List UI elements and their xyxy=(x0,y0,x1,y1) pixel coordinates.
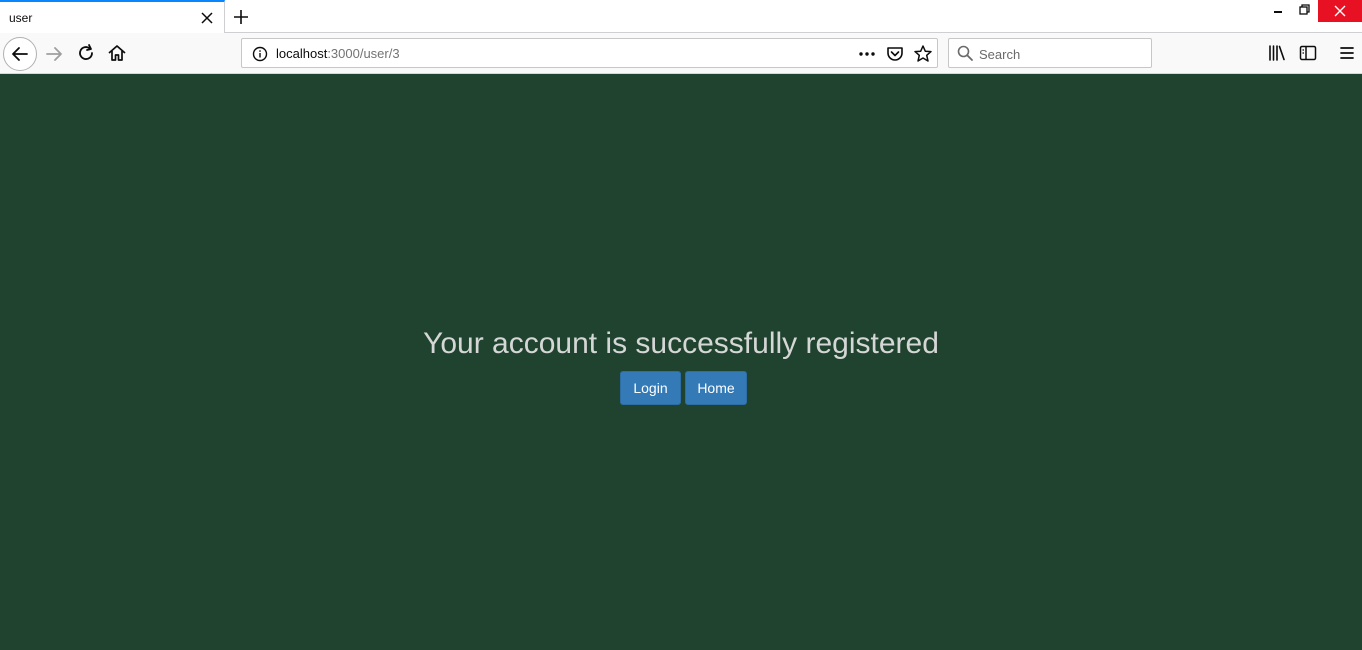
navigation-toolbar: localhost:3000/user/3 xyxy=(0,33,1362,74)
menu-icon[interactable] xyxy=(1335,41,1359,65)
arrow-left-icon xyxy=(12,47,28,61)
success-message: Your account is successfully registered xyxy=(423,327,939,360)
close-icon[interactable] xyxy=(199,10,215,26)
library-icon[interactable] xyxy=(1265,41,1289,65)
search-input[interactable] xyxy=(979,45,1144,63)
window-close-icon[interactable] xyxy=(1318,0,1362,22)
login-button[interactable]: Login xyxy=(620,371,681,405)
home-button[interactable]: Home xyxy=(685,371,747,405)
home-icon[interactable] xyxy=(105,41,129,65)
sidebar-icon[interactable] xyxy=(1296,41,1320,65)
pocket-icon[interactable] xyxy=(883,42,907,66)
back-button[interactable] xyxy=(3,37,37,71)
url-host: localhost xyxy=(276,46,328,61)
minimize-icon[interactable] xyxy=(1265,0,1291,22)
restore-icon[interactable] xyxy=(1291,0,1317,22)
page-content: Your account is successfully registered … xyxy=(0,74,1362,650)
plus-icon[interactable] xyxy=(230,6,252,28)
url-bar[interactable]: localhost:3000/user/3 xyxy=(241,38,938,68)
tab-strip: user xyxy=(0,0,1362,33)
search-bar[interactable] xyxy=(948,38,1152,68)
info-icon[interactable] xyxy=(248,42,272,66)
reload-icon[interactable] xyxy=(74,41,98,65)
browser-tab[interactable]: user xyxy=(0,0,225,33)
url-path: :3000/user/3 xyxy=(327,46,400,61)
page-actions-icon[interactable] xyxy=(855,42,879,66)
tab-title: user xyxy=(9,11,33,25)
search-icon xyxy=(957,45,973,61)
arrow-right-icon[interactable] xyxy=(42,42,66,66)
url-text: localhost:3000/user/3 xyxy=(276,46,400,61)
bookmark-star-icon[interactable] xyxy=(911,42,935,66)
